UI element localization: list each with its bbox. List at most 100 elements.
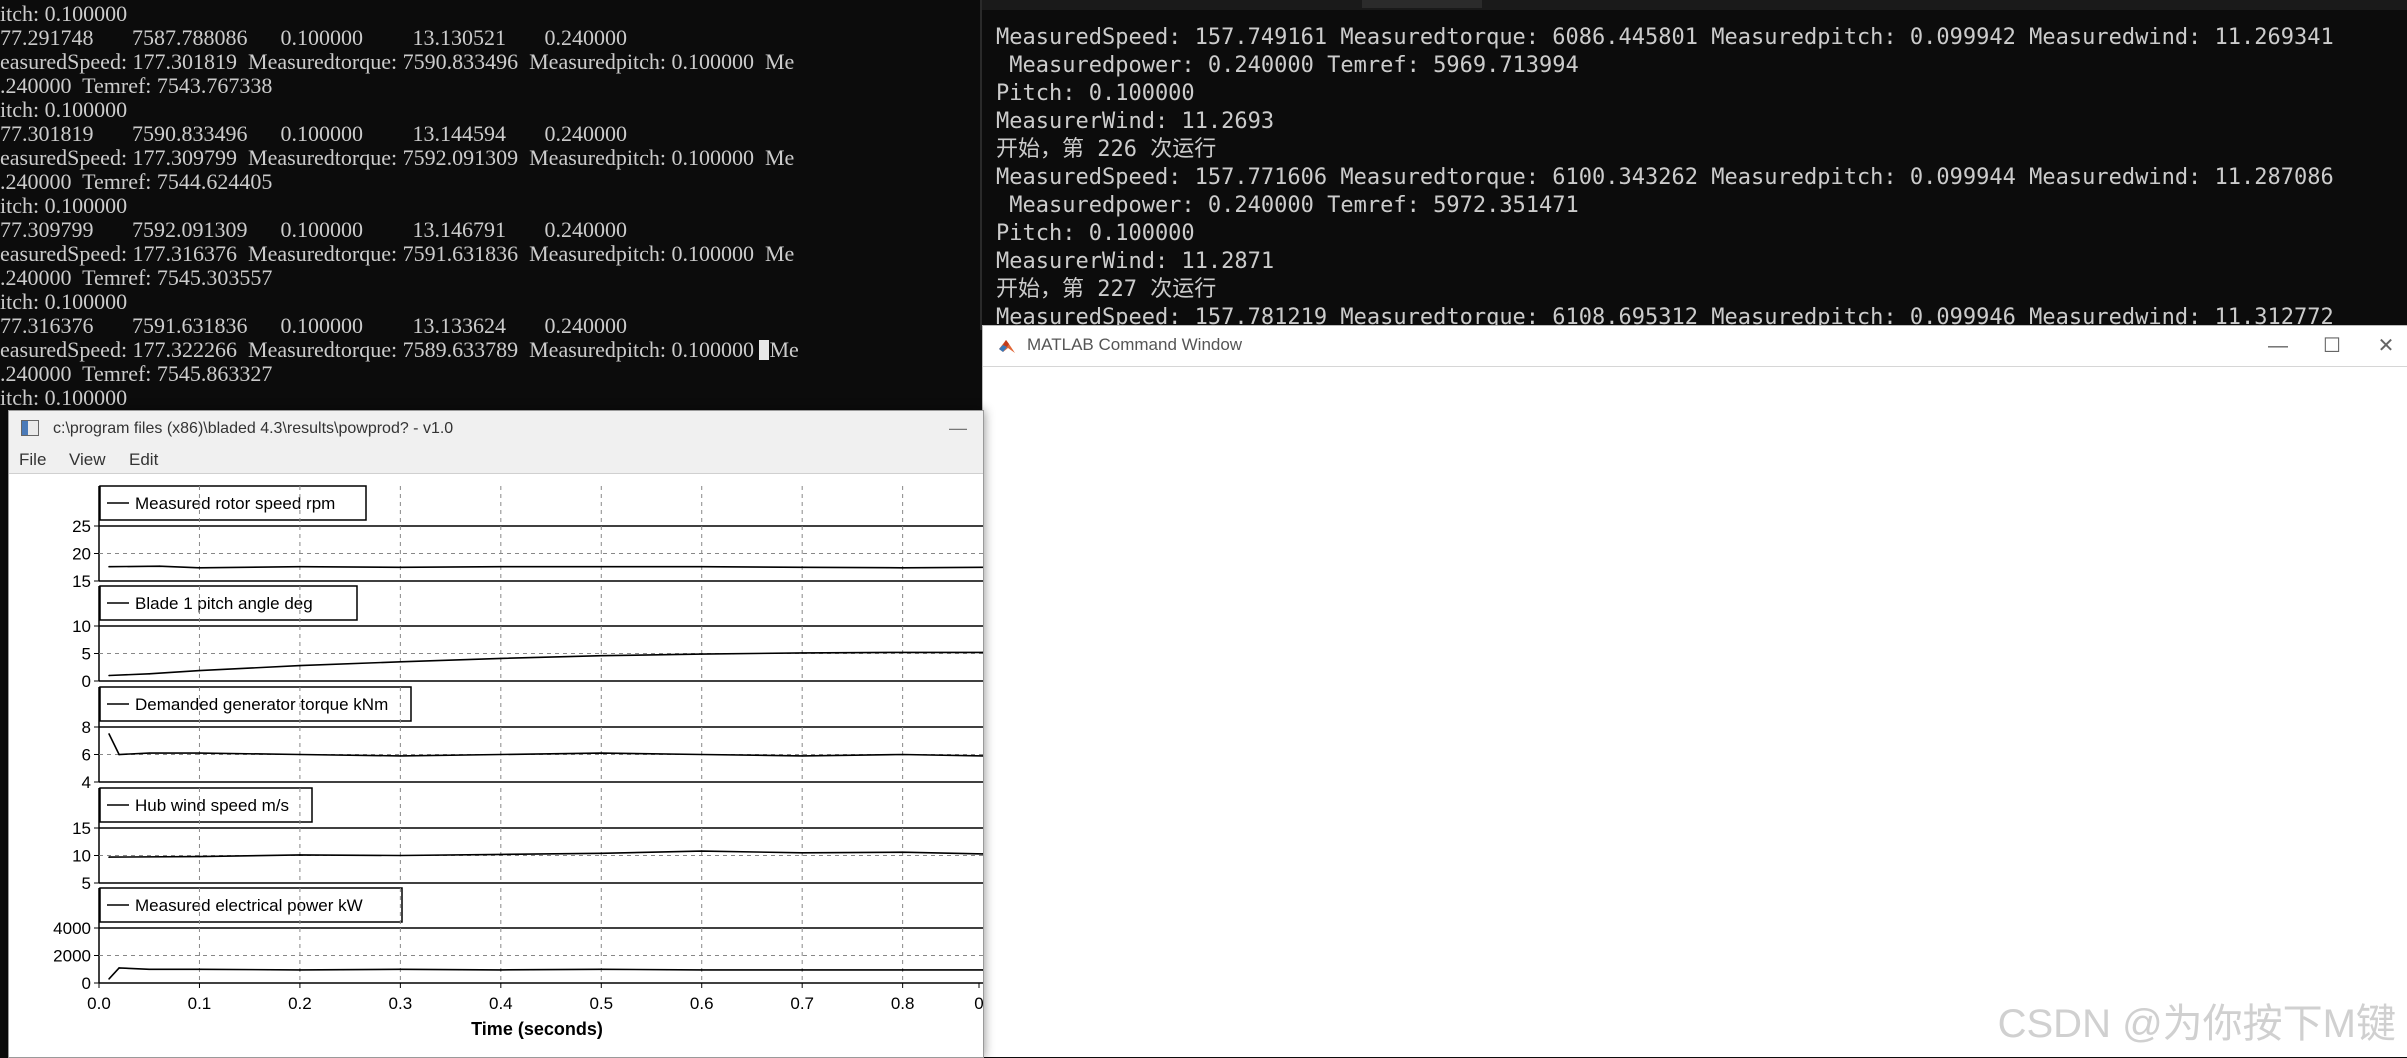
- data-point: [399, 854, 402, 857]
- console-line: itch: 0.100000: [0, 97, 128, 122]
- data-point: [600, 852, 603, 855]
- data-point: [299, 969, 301, 971]
- x-axis-label: Time (seconds): [471, 1019, 603, 1039]
- console-line: 77.291748 7587.788086 0.100000 13.130521…: [0, 25, 627, 50]
- data-point: [158, 565, 161, 567]
- watermark: CSDN @为你按下M键: [1997, 1002, 2396, 1046]
- y-tick-label: 5: [82, 874, 91, 893]
- plot-area: Measured rotor speed rpm 25 20 15 Blade 1 pi…: [9, 474, 983, 1057]
- series-line: [108, 967, 983, 980]
- x-tick-label: 0.7: [790, 994, 814, 1013]
- console-line: itch: 0.100000: [0, 385, 128, 410]
- matlab-command-window[interactable]: MATLAB Command Window — ☐ ✕ CSDN @为你按下M键: [982, 325, 2407, 1057]
- data-point: [500, 565, 502, 568]
- console-line: Measuredpower: 0.240000 Temref: 5972.351…: [996, 193, 1579, 218]
- console-tab[interactable]: [1362, 0, 1482, 8]
- bladed-app-icon: [21, 420, 39, 436]
- y-tick-label: 0: [82, 672, 91, 691]
- data-point: [108, 565, 110, 568]
- data-point: [299, 753, 301, 756]
- data-point: [118, 753, 120, 756]
- console-line: 77.301819 7590.833496 0.100000 13.144594…: [0, 121, 627, 146]
- console-line: easuredSpeed: 177.322266 Measuredtorque:…: [0, 337, 799, 362]
- data-point: [399, 660, 402, 663]
- console-line: 77.309799 7592.091309 0.100000 13.146791…: [0, 217, 627, 242]
- right-console: MeasuredSpeed: 157.749161 Measuredtorque…: [982, 0, 2407, 325]
- console-line: MeasurerWind: 11.2871: [996, 249, 1275, 274]
- data-point: [700, 850, 703, 852]
- x-tick-label: 0: [974, 994, 983, 1013]
- series-line: [108, 733, 983, 757]
- menu-file[interactable]: File: [19, 450, 46, 470]
- console-line: easuredSpeed: 177.316376 Measuredtorque:…: [0, 241, 795, 266]
- data-point: [700, 753, 703, 756]
- console-line: .240000 Temref: 7543.767338: [0, 73, 273, 98]
- matlab-window-title: MATLAB Command Window: [1027, 335, 1243, 354]
- series-line: [108, 850, 983, 858]
- console-line-suffix: Me: [769, 337, 799, 362]
- console-line: Measuredpower: 0.240000 Temref: 5969.713…: [996, 53, 1579, 78]
- data-point: [108, 733, 110, 735]
- y-tick-label: 10: [72, 617, 91, 636]
- bladed-minimize-button[interactable]: —: [943, 415, 973, 441]
- bladed-plot-window[interactable]: c:\program files (x86)\bladed 4.3\result…: [8, 410, 984, 1058]
- bladed-menubar: File View Edit: [9, 445, 983, 474]
- bladed-titlebar[interactable]: c:\program files (x86)\bladed 4.3\result…: [9, 411, 983, 445]
- data-point: [901, 969, 904, 971]
- legend-label: Demanded generator torque kNm: [135, 695, 388, 714]
- menu-edit[interactable]: Edit: [129, 450, 158, 470]
- data-point: [500, 753, 502, 756]
- data-point: [108, 674, 110, 677]
- console-line: Pitch: 0.100000: [996, 221, 1195, 246]
- x-tick-label: 0.4: [489, 994, 513, 1013]
- bladed-window-title: c:\program files (x86)\bladed 4.3\result…: [53, 420, 454, 437]
- data-point: [700, 969, 703, 971]
- legend-label: Blade 1 pitch angle deg: [135, 594, 313, 613]
- data-point: [198, 968, 201, 971]
- x-tick-label: 0.8: [891, 994, 915, 1013]
- console-line: itch: 0.100000: [0, 193, 128, 218]
- text-cursor: [759, 340, 770, 360]
- data-point: [299, 565, 301, 568]
- matlab-titlebar[interactable]: MATLAB Command Window — ☐ ✕: [983, 326, 2407, 366]
- legend-label: Hub wind speed m/s: [135, 796, 289, 815]
- y-tick-label: 15: [72, 819, 91, 838]
- data-point: [901, 753, 904, 756]
- data-point: [500, 969, 502, 971]
- y-tick-label: 4: [82, 773, 91, 792]
- console-line: .240000 Temref: 7544.624405: [0, 169, 273, 194]
- minimize-button[interactable]: —: [2258, 332, 2298, 360]
- console-line: itch: 0.100000: [0, 289, 128, 314]
- console-line: .240000 Temref: 7545.303557: [0, 265, 273, 290]
- y-tick-label: 20: [72, 545, 91, 564]
- close-button[interactable]: ✕: [2366, 332, 2406, 360]
- menu-view[interactable]: View: [69, 450, 106, 470]
- series-line: [108, 651, 983, 677]
- data-point: [299, 854, 301, 856]
- x-tick-label: 0.6: [690, 994, 714, 1013]
- maximize-button[interactable]: ☐: [2312, 332, 2352, 360]
- data-point: [801, 652, 803, 654]
- data-point: [801, 566, 803, 569]
- console-line: .240000 Temref: 7545.863327: [0, 361, 273, 386]
- data-point: [399, 566, 402, 569]
- data-point: [198, 752, 201, 754]
- matlab-logo-icon: [999, 340, 1015, 353]
- console-line: MeasuredSpeed: 157.781219 Measuredtorque…: [996, 305, 2334, 325]
- console-line: MeasurerWind: 11.2693: [996, 109, 1275, 134]
- data-point: [901, 851, 904, 853]
- y-tick-label: 2000: [53, 947, 91, 966]
- data-point: [700, 653, 703, 655]
- data-point: [600, 752, 603, 754]
- console-top-strip: [982, 0, 2407, 10]
- legend-label: Measured electrical power kW: [135, 896, 363, 915]
- time-series-plots: Measured rotor speed rpm 25 20 15 Blade 1 pi…: [53, 485, 983, 1039]
- data-point: [901, 651, 904, 654]
- data-point: [600, 654, 603, 657]
- data-point: [700, 565, 703, 568]
- console-line: 开始，第 226 次运行: [996, 137, 1217, 162]
- console-line: MeasuredSpeed: 157.749161 Measuredtorque…: [996, 25, 2334, 50]
- matlab-title-separator: [983, 366, 2407, 367]
- y-tick-label: 0: [82, 974, 91, 993]
- console-line: easuredSpeed: 177.309799 Measuredtorque:…: [0, 145, 795, 170]
